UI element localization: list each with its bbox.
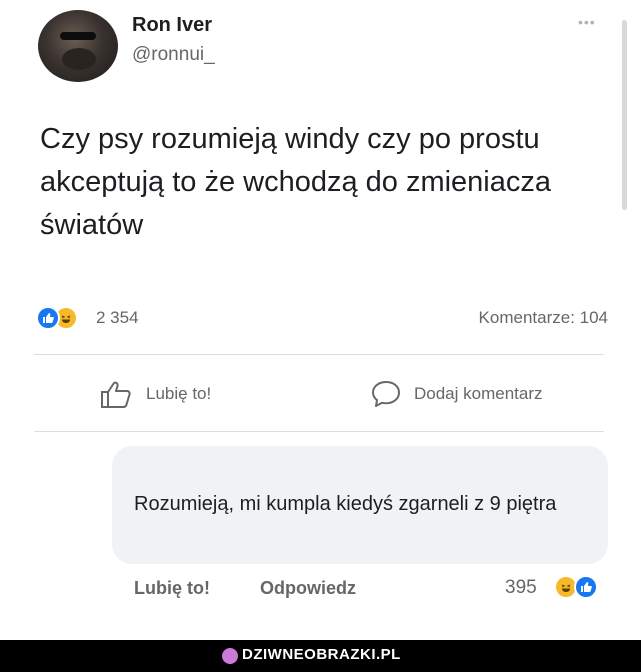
more-dots-icon[interactable]: ••• xyxy=(578,14,596,30)
divider xyxy=(34,354,604,355)
comment-reactions[interactable] xyxy=(554,575,610,601)
like-reaction-icon xyxy=(36,306,60,330)
watermark-bar: DZIWNEOBRAZKI.PL xyxy=(0,640,641,672)
post-card: Ron Iver @ronnui_ ••• Czy psy rozumieją … xyxy=(0,0,641,640)
scrollbar-thumb[interactable] xyxy=(622,20,627,210)
post-text: Czy psy rozumieją windy czy po prostu ak… xyxy=(40,123,552,241)
comment-reaction-count[interactable]: 395 xyxy=(505,577,537,599)
comment-reply-button[interactable]: Odpowiedz xyxy=(260,578,356,599)
avatar[interactable] xyxy=(38,10,118,82)
author-handle[interactable]: @ronnui_ xyxy=(132,44,215,66)
avatar-beard xyxy=(62,48,96,70)
comment-icon xyxy=(372,381,400,407)
add-comment-label: Dodaj komentarz xyxy=(414,384,543,403)
comment-bubble: Rozumieją, mi kumpla kiedyś zgarneli z 9… xyxy=(112,446,608,564)
like-button-label: Lubię to! xyxy=(146,384,212,403)
comment-like-button[interactable]: Lubię to! xyxy=(134,578,210,599)
like-reaction-icon xyxy=(574,575,598,599)
reaction-count[interactable]: 2 354 xyxy=(96,308,139,328)
add-comment-button[interactable]: Dodaj komentarz xyxy=(370,374,543,414)
author-name[interactable]: Ron Iver xyxy=(132,14,212,37)
like-button[interactable]: Lubię to! xyxy=(100,374,211,414)
watermark-logo xyxy=(222,648,238,664)
thumbs-up-icon xyxy=(101,381,131,408)
watermark-text: DZIWNEOBRAZKI.PL xyxy=(242,646,401,663)
divider xyxy=(34,431,604,432)
comments-count[interactable]: Komentarze: 104 xyxy=(479,308,608,328)
avatar-glasses xyxy=(60,32,96,40)
comment-text: Rozumieją, mi kumpla kiedyś zgarneli z 9… xyxy=(134,493,557,515)
